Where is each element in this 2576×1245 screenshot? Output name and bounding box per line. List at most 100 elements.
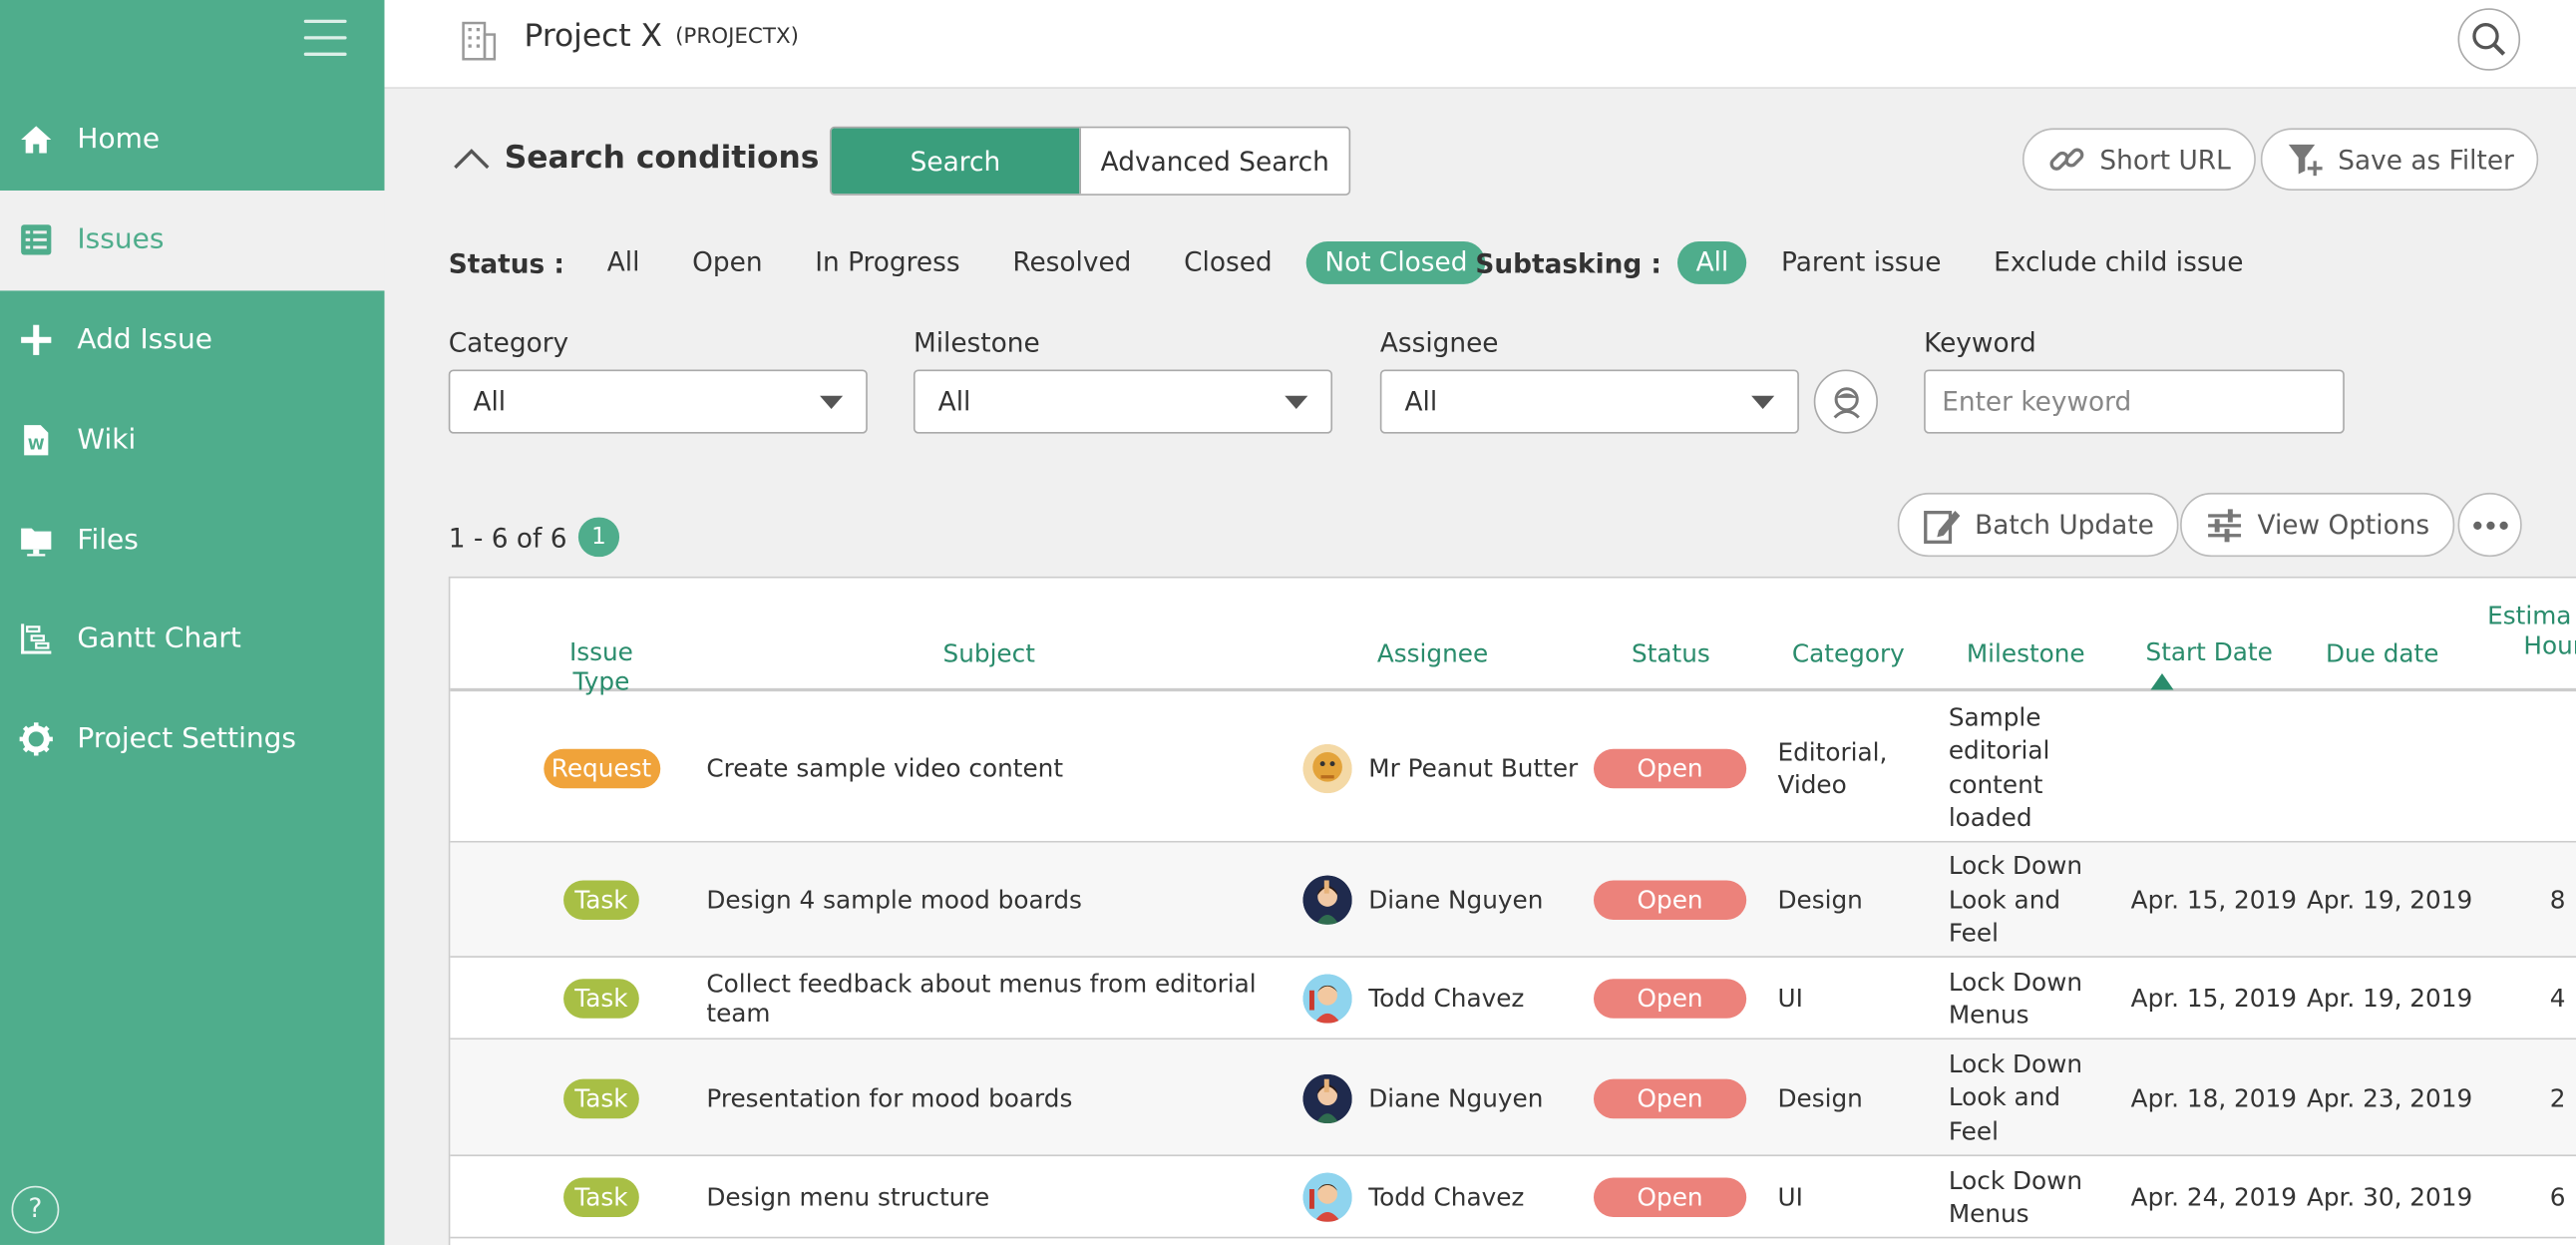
keyword-label: Keyword [1924,326,2036,358]
status-option-closed[interactable]: Closed [1166,241,1290,284]
assignee-name: Diane Nguyen [1368,885,1544,916]
column-status[interactable]: Status [1625,638,1716,668]
category-select[interactable]: All [448,369,868,434]
keyword-input[interactable] [1924,369,2345,434]
status-filter: Status : All Open In Progress Resolved C… [449,241,1502,284]
sidebar-item-files[interactable]: Files [0,490,384,590]
assign-myself-button[interactable] [1813,369,1878,434]
issue-subject-link[interactable]: Design menu structure [706,1156,1297,1238]
status-option-open[interactable]: Open [674,241,781,284]
subtasking-filter: Subtasking : All Parent issue Exclude ch… [1475,241,2278,284]
assignee-select[interactable]: All [1379,369,1799,434]
sidebar-item-label: Wiki [77,423,137,457]
more-options-button[interactable] [2457,492,2522,558]
save-as-filter-button[interactable]: Save as Filter [2260,128,2539,191]
top-header: Project X (PROJECTX) [384,0,2576,89]
subtasking-option-parent[interactable]: Parent issue [1763,241,1960,284]
start-date-value: Apr. 18, 2019 [2130,1082,2297,1113]
subtasking-option-exclude-child[interactable]: Exclude child issue [1976,241,2262,284]
column-assignee[interactable]: Assignee [1373,638,1492,668]
sort-ascending-icon [2150,673,2174,690]
start-date-value: Apr. 15, 2019 [2130,885,2297,916]
tab-search[interactable]: Search [831,128,1080,195]
status-option-all[interactable]: All [589,241,658,284]
issues-table: Issue Type Subject Assignee Status Categ… [448,576,2576,1245]
estimated-hours-value: 2 [2549,1082,2566,1113]
table-row[interactable]: Task Design menu structure Todd Chavez Open… [450,1156,2576,1239]
status-badge[interactable]: Open [1593,1177,1747,1217]
table-row[interactable]: Task Collect feedback about menus from ed… [450,958,2576,1040]
issue-subject-link[interactable]: Presentation for mood boards [706,1039,1297,1156]
wiki-icon: W [16,420,56,460]
avatar [1302,974,1352,1024]
issue-subject-link[interactable]: Design 4 sample mood boards [706,843,1297,958]
chevron-down-icon [1751,395,1775,409]
sidebar-item-gantt-chart[interactable]: Gantt Chart [0,590,384,689]
sidebar-item-wiki[interactable]: W Wiki [0,390,384,490]
category-value: Design [1777,885,1863,916]
sidebar-item-label: Add Issue [77,323,212,357]
short-url-label: Short URL [2099,144,2231,176]
chevron-up-icon [454,149,490,170]
status-badge[interactable]: Open [1593,747,1747,788]
milestone-value: Sample editorial content loaded [1948,701,2050,833]
table-row[interactable]: Task Design 4 sample mood boards Diane Ngu… [450,842,2576,958]
sliders-icon [2208,508,2242,542]
table-row[interactable]: Request Create sample video content Mr Pea… [450,693,2576,843]
issue-subject-link[interactable]: Collect feedback about menus from editor… [706,958,1297,1039]
short-url-button[interactable]: Short URL [2022,128,2256,191]
estimated-hours-line-1: Estima [2487,601,2572,631]
user-icon [1832,386,1860,418]
start-date-value: Apr. 15, 2019 [2130,984,2297,1014]
sidebar-item-project-settings[interactable]: Project Settings [0,689,384,789]
home-icon [16,121,56,161]
status-badge[interactable]: Open [1593,880,1747,920]
gantt-icon [16,620,56,659]
table-row[interactable]: Task Presentation for mood boards Diane Ng… [450,1039,2576,1157]
search-conditions-title: Search conditions [504,139,820,177]
sidebar-item-home[interactable]: Home [0,91,384,191]
batch-update-button[interactable]: Batch Update [1897,492,2179,558]
status-option-in-progress[interactable]: In Progress [797,241,978,284]
column-due-date[interactable]: Due date [2323,638,2441,668]
help-icon[interactable]: ? [11,1185,60,1234]
assignee-name: Mr Peanut Butter [1368,752,1579,783]
category-value: UI [1777,1182,1803,1213]
issue-type-badge: Task [563,1077,639,1118]
status-badge[interactable]: Open [1593,979,1747,1019]
column-start-date[interactable]: Start Date [2146,637,2298,696]
subtasking-option-all[interactable]: All [1677,241,1747,284]
column-issue-type[interactable]: Issue Type [543,637,661,696]
milestone-select[interactable]: All [913,369,1333,434]
issue-type-badge: Task [563,979,639,1019]
edit-icon [1924,510,1961,544]
column-category[interactable]: Category [1789,638,1908,668]
avatar [1302,875,1352,925]
due-date-value: Apr. 23, 2019 [2306,1082,2473,1113]
project-name[interactable]: Project X [525,18,662,54]
issue-subject-link[interactable]: Create sample video content [706,693,1297,843]
svg-text:W: W [28,435,45,453]
list-icon [16,220,56,260]
estimated-hours-line-2: Hour [2523,630,2576,660]
status-badge[interactable]: Open [1593,1077,1747,1118]
column-milestone[interactable]: Milestone [1960,638,2091,668]
column-subject[interactable]: Subject [936,638,1041,668]
view-options-button[interactable]: View Options [2180,492,2454,558]
column-estimated-hours[interactable]: Estima Hour [2487,602,2576,660]
assignee-name: Todd Chavez [1368,984,1525,1014]
start-date-value: Apr. 24, 2019 [2130,1182,2297,1213]
sidebar-item-issues[interactable]: Issues [0,190,385,290]
category-value: Design [1777,1082,1863,1113]
building-icon [462,21,497,61]
status-option-not-closed[interactable]: Not Closed [1306,241,1486,284]
search-conditions-toggle[interactable]: Search conditions [452,140,819,176]
save-as-filter-label: Save as Filter [2338,144,2514,176]
global-search-button[interactable] [2457,8,2521,71]
folder-icon [16,520,56,560]
hamburger-menu-icon[interactable] [303,19,347,60]
sidebar-item-add-issue[interactable]: Add Issue [0,290,384,390]
tab-advanced-search[interactable]: Advanced Search [1079,128,1349,195]
page-number[interactable]: 1 [577,517,620,558]
status-option-resolved[interactable]: Resolved [994,241,1149,284]
